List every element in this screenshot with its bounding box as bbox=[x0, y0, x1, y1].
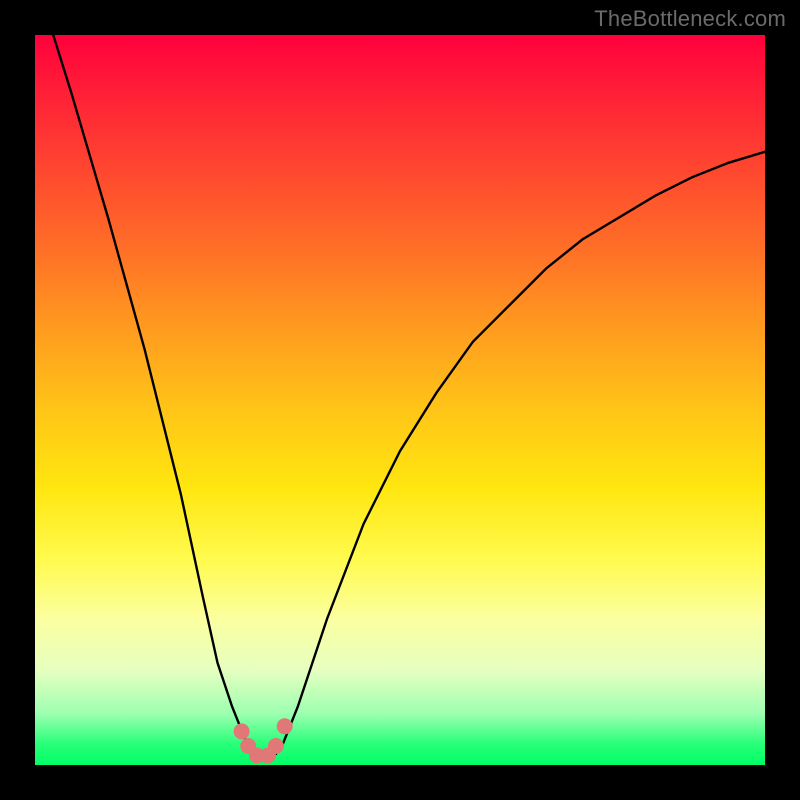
bottleneck-curve-path bbox=[35, 35, 765, 758]
dip-marker bbox=[277, 718, 293, 734]
curve-layer bbox=[35, 35, 765, 765]
dip-marker bbox=[234, 723, 250, 739]
chart-frame: TheBottleneck.com bbox=[0, 0, 800, 800]
plot-area bbox=[35, 35, 765, 765]
dip-marker bbox=[268, 738, 284, 754]
watermark-text: TheBottleneck.com bbox=[594, 6, 786, 32]
